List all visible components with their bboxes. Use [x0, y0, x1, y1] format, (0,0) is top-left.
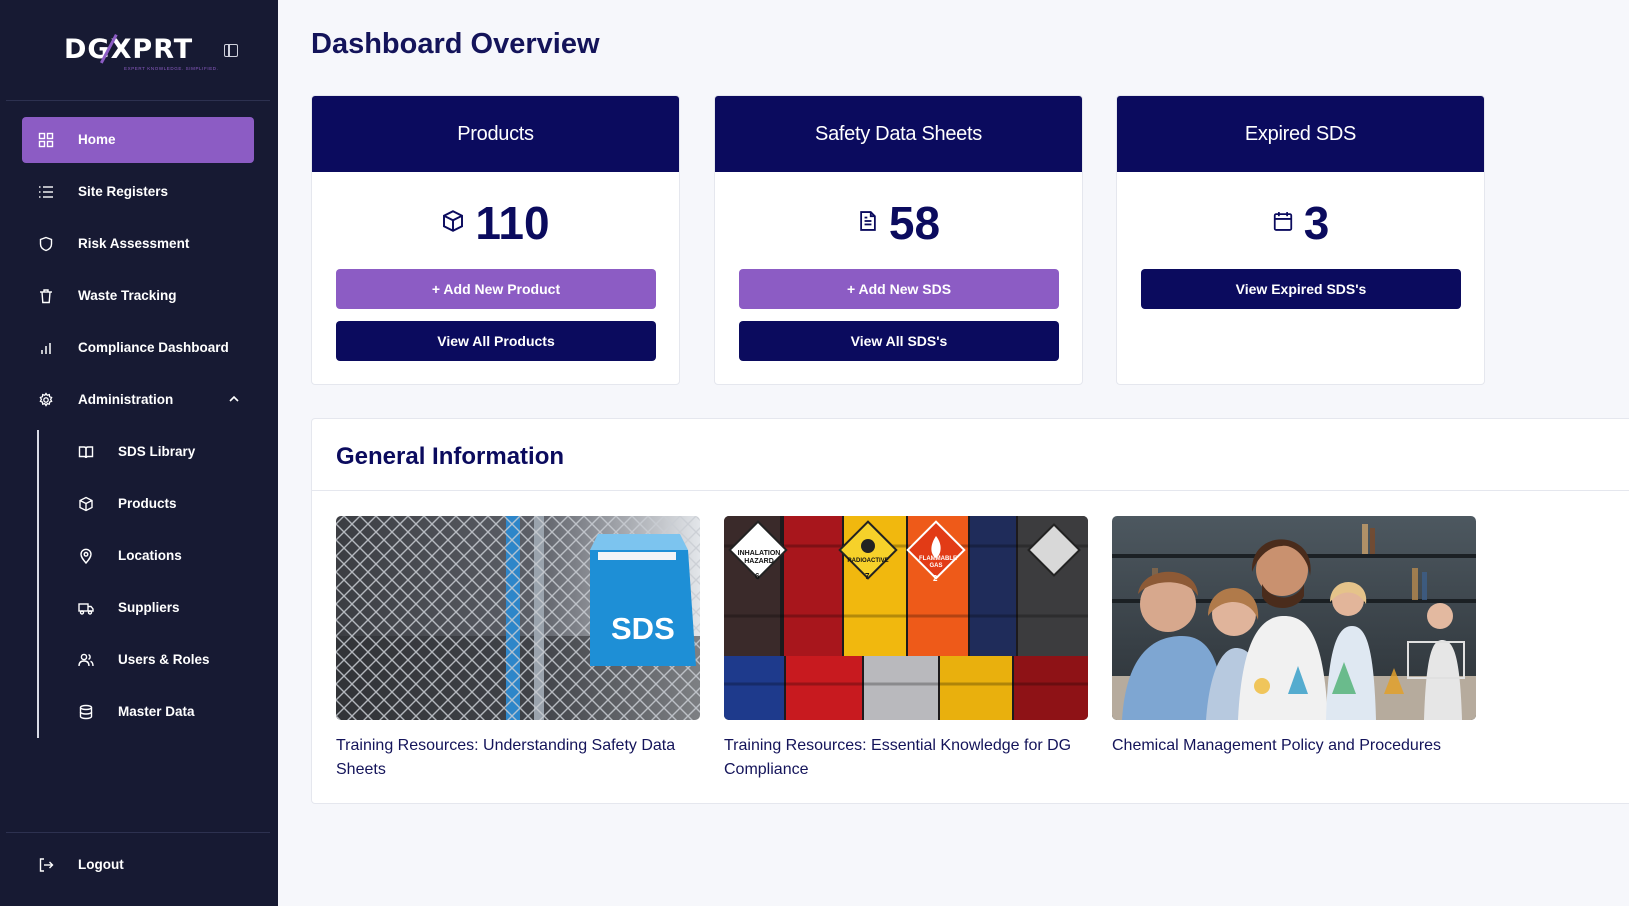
book-icon: [76, 442, 96, 462]
brand-tagline: EXPERT KNOWLEDGE. SIMPLIFIED.: [124, 66, 219, 71]
sds-card: Safety Data Sheets 58 + Add New SDS View…: [714, 95, 1083, 385]
resource-title[interactable]: Training Resources: Essential Knowledge …: [724, 734, 1088, 782]
logout-icon: [36, 855, 56, 875]
sidebar-divider: [6, 100, 270, 101]
radioactive-class-number: 7: [865, 572, 870, 581]
resource-thumbnail[interactable]: SDS: [336, 516, 700, 720]
sidebar-item-label: Compliance Dashboard: [78, 340, 229, 355]
card-title: Products: [312, 96, 679, 172]
sidebar-item-suppliers[interactable]: Suppliers: [62, 585, 254, 631]
list-icon: [36, 182, 56, 202]
inhalation-class-number: 6: [755, 572, 760, 581]
sidebar-item-master-data[interactable]: Master Data: [62, 689, 254, 735]
view-all-products-button[interactable]: View All Products: [336, 321, 656, 361]
resource-title[interactable]: Training Resources: Understanding Safety…: [336, 734, 700, 782]
sidebar-item-label: Home: [78, 132, 116, 147]
sidebar-item-label: SDS Library: [118, 444, 196, 459]
resource-card-sds[interactable]: SDS Training Resources: Understanding Sa…: [336, 516, 700, 782]
sidebar-item-site-registers[interactable]: Site Registers: [22, 169, 254, 215]
resource-card-chemical-policy[interactable]: Chemical Management Policy and Procedure…: [1112, 516, 1476, 758]
users-icon: [76, 650, 96, 670]
products-card: Products 110 + Add New Product View All …: [311, 95, 680, 385]
page-title: Dashboard Overview: [311, 28, 600, 60]
sidebar-item-label: Suppliers: [118, 600, 180, 615]
sidebar-item-label: Products: [118, 496, 177, 511]
sidebar-toggle-icon[interactable]: [224, 44, 238, 57]
truck-icon: [76, 598, 96, 618]
map-pin-icon: [76, 546, 96, 566]
expired-sds-card: Expired SDS 3 View Expired SDS's: [1116, 95, 1485, 385]
card-title: Safety Data Sheets: [715, 96, 1082, 172]
resource-thumbnail[interactable]: INHALATION HAZARD 6 RADIOACTIVE 7 FLAMMA…: [724, 516, 1088, 720]
sidebar-item-compliance-dashboard[interactable]: Compliance Dashboard: [22, 325, 254, 371]
sidebar-item-label: Administration: [78, 392, 174, 407]
sidebar-divider: [6, 832, 270, 833]
sidebar-item-label: Users & Roles: [118, 652, 210, 667]
box-icon: [76, 494, 96, 514]
database-icon: [76, 702, 96, 722]
sidebar-item-products[interactable]: Products: [62, 481, 254, 527]
sidebar-item-label: Master Data: [118, 704, 195, 719]
chevron-up-icon[interactable]: [228, 393, 240, 408]
sidebar-item-label: Risk Assessment: [78, 236, 190, 251]
general-information-panel: General Information SDS Training Resourc…: [311, 418, 1629, 804]
logout-button[interactable]: Logout: [22, 842, 254, 888]
sidebar-item-users-roles[interactable]: Users & Roles: [62, 637, 254, 683]
resource-thumbnail[interactable]: [1112, 516, 1476, 720]
sidebar-item-risk-assessment[interactable]: Risk Assessment: [22, 221, 254, 267]
trash-icon: [36, 286, 56, 306]
logout-label: Logout: [78, 857, 124, 872]
sidebar-item-sds-library[interactable]: SDS Library: [62, 429, 254, 475]
sidebar-item-administration[interactable]: Administration: [22, 377, 254, 423]
sds-count: 58: [888, 197, 941, 249]
radioactive-label: RADIOACTIVE: [847, 558, 889, 564]
calendar-icon: [1272, 209, 1294, 238]
gear-icon: [36, 390, 56, 410]
bar-chart-icon: [36, 338, 56, 358]
box-icon: [441, 209, 465, 238]
flammable-gas-label: FLAMMABLE GAS: [919, 556, 957, 569]
resource-card-dg-compliance[interactable]: INHALATION HAZARD 6 RADIOACTIVE 7 FLAMMA…: [724, 516, 1088, 782]
inhalation-hazard-label: INHALATION HAZARD: [737, 550, 781, 565]
add-new-sds-button[interactable]: + Add New SDS: [739, 269, 1059, 309]
sidebar-item-label: Site Registers: [78, 184, 169, 199]
sidebar-item-label: Locations: [118, 548, 182, 563]
submenu-guide-line: [37, 430, 39, 738]
section-title: General Information: [336, 443, 565, 470]
resource-title[interactable]: Chemical Management Policy and Procedure…: [1112, 734, 1476, 758]
view-all-sds-button[interactable]: View All SDS's: [739, 321, 1059, 361]
brand-logo[interactable]: DGXPRT EXPERT KNOWLEDGE. SIMPLIFIED.: [64, 36, 219, 72]
sidebar-item-label: Waste Tracking: [78, 288, 177, 303]
view-expired-sds-button[interactable]: View Expired SDS's: [1141, 269, 1461, 309]
sidebar-item-locations[interactable]: Locations: [62, 533, 254, 579]
sidebar-item-home[interactable]: Home: [22, 117, 254, 163]
products-count: 110: [475, 197, 550, 249]
expired-sds-count: 3: [1303, 197, 1330, 249]
card-title: Expired SDS: [1117, 96, 1484, 172]
flammable-class-number: 2: [933, 574, 938, 583]
shield-icon: [36, 234, 56, 254]
sidebar-item-waste-tracking[interactable]: Waste Tracking: [22, 273, 254, 319]
section-divider: [312, 490, 1629, 491]
sidebar: DGXPRT EXPERT KNOWLEDGE. SIMPLIFIED. Hom…: [0, 0, 278, 906]
document-icon: [857, 209, 879, 238]
sds-box-label: SDS: [611, 611, 675, 646]
add-new-product-button[interactable]: + Add New Product: [336, 269, 656, 309]
grid-icon: [36, 130, 56, 150]
logo-row: DGXPRT EXPERT KNOWLEDGE. SIMPLIFIED.: [0, 30, 278, 74]
